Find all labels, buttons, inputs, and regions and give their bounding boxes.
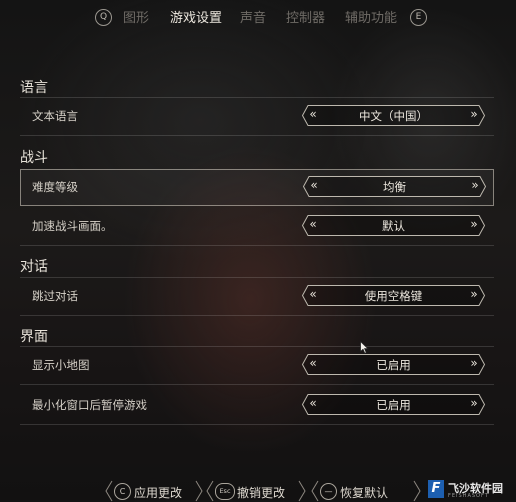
watermark-logo: F 飞沙软件园 FEISHASOFT <box>426 480 516 500</box>
selector-value: 已启用 <box>376 398 411 412</box>
tab-game-settings[interactable]: 游戏设置 <box>170 7 222 26</box>
setting-row-speed-up-combat[interactable]: 加速战斗画面。 «默认» <box>20 208 494 246</box>
setting-label: 显示小地图 <box>32 358 90 372</box>
setting-row-difficulty[interactable]: 难度等级 «均衡» <box>20 169 494 206</box>
section-title-language: 语言 <box>20 80 48 96</box>
difficulty-selector[interactable]: «均衡» <box>303 176 486 197</box>
tab-controller[interactable]: 控制器 <box>286 7 325 26</box>
divider <box>20 245 494 246</box>
chevron-right-icon[interactable]: » <box>467 107 481 121</box>
section-title-dialogue: 对话 <box>20 259 48 275</box>
selector-value: 均衡 <box>383 180 406 194</box>
mouse-cursor-icon <box>360 341 369 354</box>
setting-label: 文本语言 <box>32 109 78 123</box>
pause-on-minimize-selector[interactable]: «已启用» <box>302 394 485 415</box>
setting-label: 难度等级 <box>32 180 78 194</box>
restore-defaults-label: 恢复默认 <box>340 486 389 500</box>
divider <box>20 135 494 136</box>
apply-changes-label: 应用更改 <box>134 486 183 500</box>
tab-bar: Q 图形 游戏设置 声音 控制器 辅助功能 E <box>0 0 516 34</box>
chevron-right-icon[interactable]: » <box>467 396 481 410</box>
watermark-mark: F <box>428 480 444 498</box>
setting-row-skip-dialogue[interactable]: 跳过对话 «使用空格键» <box>20 278 494 316</box>
chevron-right-icon[interactable]: » <box>467 287 481 301</box>
show-minimap-selector[interactable]: «已启用» <box>302 354 485 375</box>
selector-value: 已启用 <box>376 358 411 372</box>
next-tab-key-icon[interactable]: E <box>410 9 427 26</box>
c-key-icon: C <box>114 483 131 500</box>
chevron-right-icon[interactable]: » <box>467 217 481 231</box>
tab-accessibility[interactable]: 辅助功能 <box>345 7 397 26</box>
setting-row-pause-on-minimize[interactable]: 最小化窗口后暂停游戏 «已启用» <box>20 387 494 425</box>
divider <box>20 424 494 425</box>
divider <box>20 384 494 385</box>
revert-changes-button[interactable]: Esc 撤销更改 <box>206 480 306 502</box>
restore-defaults-button[interactable]: — 恢复默认 <box>311 480 421 502</box>
esc-key-icon: Esc <box>215 483 235 500</box>
skip-dialogue-selector[interactable]: «使用空格键» <box>302 285 485 306</box>
setting-row-show-minimap[interactable]: 显示小地图 «已启用» <box>20 347 494 385</box>
revert-changes-label: 撤销更改 <box>237 486 286 500</box>
chevron-right-icon[interactable]: » <box>467 356 481 370</box>
setting-label: 加速战斗画面。 <box>32 219 113 233</box>
watermark-subtext: FEISHASOFT <box>448 493 489 499</box>
setting-label: 跳过对话 <box>32 289 78 303</box>
chevron-right-icon[interactable]: » <box>468 178 482 192</box>
section-title-interface: 界面 <box>20 329 48 345</box>
divider <box>20 315 494 316</box>
setting-label: 最小化窗口后暂停游戏 <box>32 398 147 412</box>
tab-graphics[interactable]: 图形 <box>123 7 149 26</box>
apply-changes-button[interactable]: C 应用更改 <box>105 480 203 502</box>
selector-value: 中文（中国） <box>359 109 428 123</box>
text-language-selector[interactable]: «中文（中国）» <box>302 105 485 126</box>
selector-value: 默认 <box>382 219 405 233</box>
speed-up-combat-selector[interactable]: «默认» <box>302 215 485 236</box>
selector-value: 使用空格键 <box>364 289 423 303</box>
prev-tab-key-icon[interactable]: Q <box>95 9 112 26</box>
tab-sound[interactable]: 声音 <box>240 7 266 26</box>
setting-row-text-language[interactable]: 文本语言 «中文（中国）» <box>20 98 494 136</box>
section-title-combat: 战斗 <box>20 150 48 166</box>
dash-key-icon: — <box>320 483 337 500</box>
